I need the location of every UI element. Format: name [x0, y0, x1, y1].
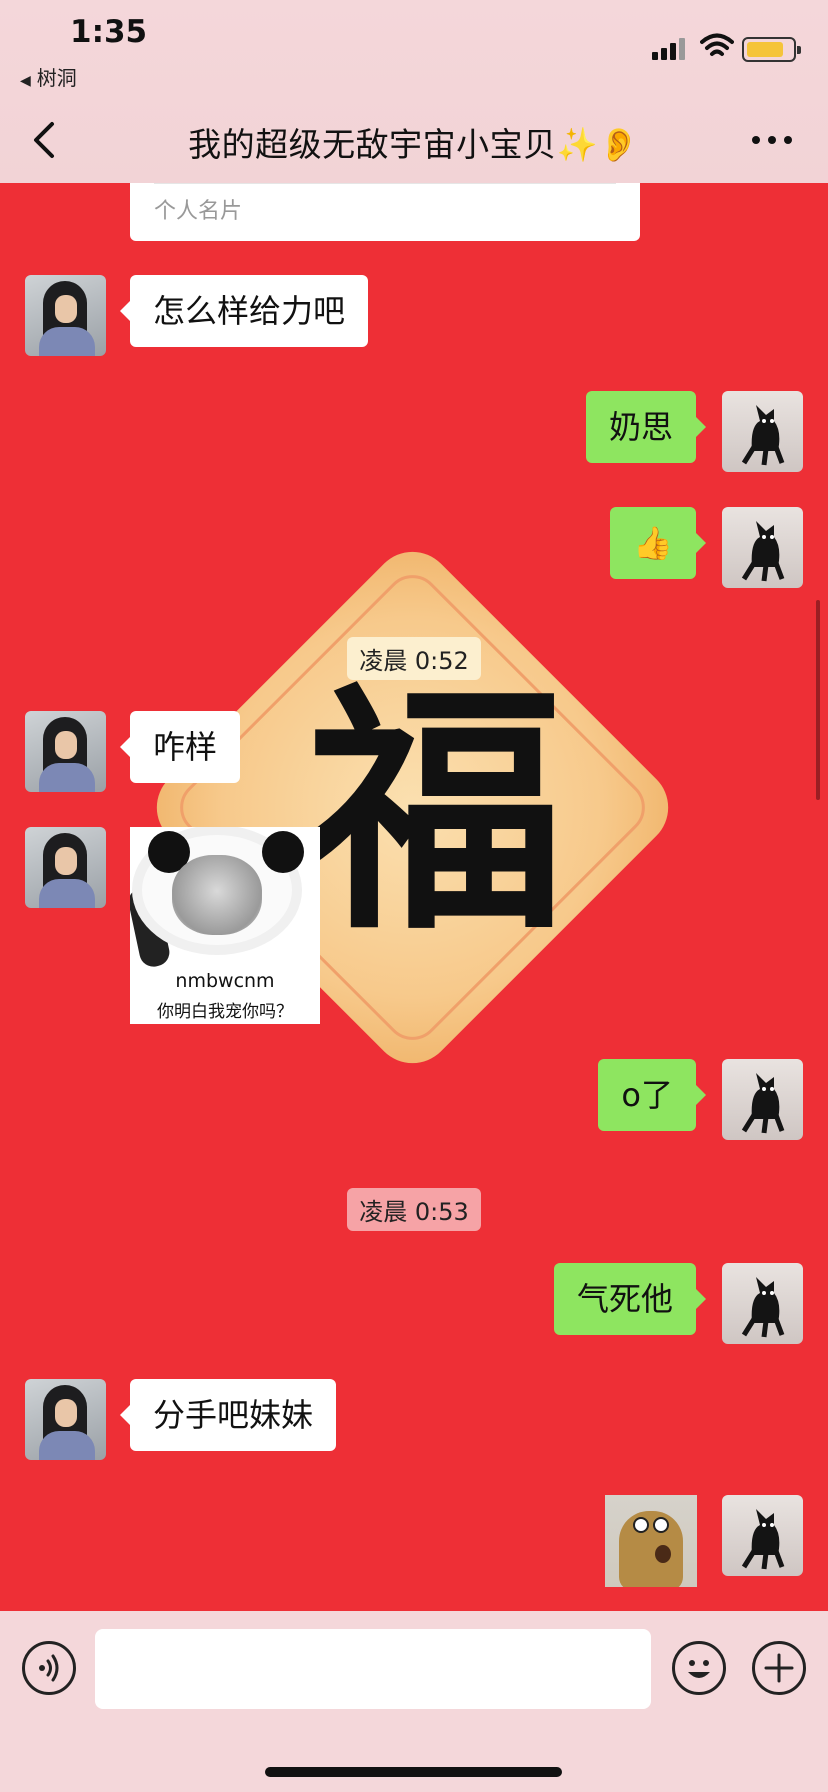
- chat-area[interactable]: 个人名片 福 怎么样给力吧 奶思 👍 凌晨 0:52 咋样 nmbwcnm 你明…: [0, 183, 828, 1611]
- plus-icon[interactable]: [752, 1641, 806, 1695]
- top-bar: 1:35 ◀ 树洞 我的超级无敌宇宙小宝贝✨👂: [0, 0, 828, 183]
- my-avatar[interactable]: [722, 1495, 803, 1576]
- battery-icon: [742, 37, 801, 62]
- message-bubble[interactable]: 奶思: [585, 391, 707, 463]
- fu-character: 福: [305, 660, 565, 965]
- signal-icon: [652, 38, 690, 60]
- cat-icon: [741, 1277, 785, 1338]
- my-avatar[interactable]: [722, 1059, 803, 1140]
- timestamp: 凌晨 0:52: [0, 637, 828, 680]
- message-bubble[interactable]: 👍: [610, 507, 706, 579]
- my-avatar[interactable]: [722, 391, 803, 472]
- scrollbar[interactable]: [816, 600, 820, 800]
- timestamp: 凌晨 0:53: [0, 1188, 828, 1231]
- sticker-image[interactable]: [605, 1495, 697, 1587]
- message-bubble[interactable]: 咋样: [119, 711, 241, 783]
- card-divider: [154, 183, 616, 184]
- back-to-app-link[interactable]: ◀ 树洞: [20, 62, 77, 91]
- wifi-icon: [700, 33, 734, 56]
- message-bubble[interactable]: o了: [598, 1059, 706, 1131]
- emoji-icon[interactable]: [672, 1641, 726, 1695]
- meme-caption: 你明白我宠你吗？: [157, 1002, 293, 1022]
- my-avatar[interactable]: [722, 507, 803, 588]
- status-time: 1:35: [70, 14, 148, 50]
- cat-icon: [741, 405, 785, 466]
- meme-image[interactable]: nmbwcnm 你明白我宠你吗？: [130, 827, 320, 1024]
- contact-avatar[interactable]: [25, 1379, 106, 1460]
- card-label: 个人名片: [154, 199, 243, 224]
- contact-avatar[interactable]: [25, 275, 106, 356]
- input-bar: [0, 1611, 828, 1792]
- message-bubble[interactable]: 分手吧妹妹: [119, 1379, 337, 1451]
- message-bubble[interactable]: 气死他: [553, 1263, 707, 1335]
- voice-icon[interactable]: [22, 1641, 76, 1695]
- back-triangle-icon: ◀: [20, 73, 31, 89]
- cat-icon: [741, 1073, 785, 1134]
- contact-avatar[interactable]: [25, 827, 106, 908]
- more-dots-icon[interactable]: [752, 136, 792, 146]
- message-input[interactable]: [95, 1629, 651, 1709]
- cat-icon: [741, 521, 785, 582]
- meme-caption: nmbwcnm: [175, 970, 275, 992]
- cat-icon: [741, 1509, 785, 1570]
- message-bubble[interactable]: 怎么样给力吧: [119, 275, 369, 347]
- timestamp-text: 凌晨 0:52: [347, 637, 481, 680]
- contact-avatar[interactable]: [25, 711, 106, 792]
- timestamp-text: 凌晨 0:53: [347, 1188, 481, 1231]
- contact-card[interactable]: 个人名片: [130, 183, 640, 241]
- chat-title: 我的超级无敌宇宙小宝贝✨👂: [188, 125, 640, 164]
- home-indicator[interactable]: [265, 1767, 562, 1777]
- back-app-label: 树洞: [36, 66, 77, 90]
- my-avatar[interactable]: [722, 1263, 803, 1344]
